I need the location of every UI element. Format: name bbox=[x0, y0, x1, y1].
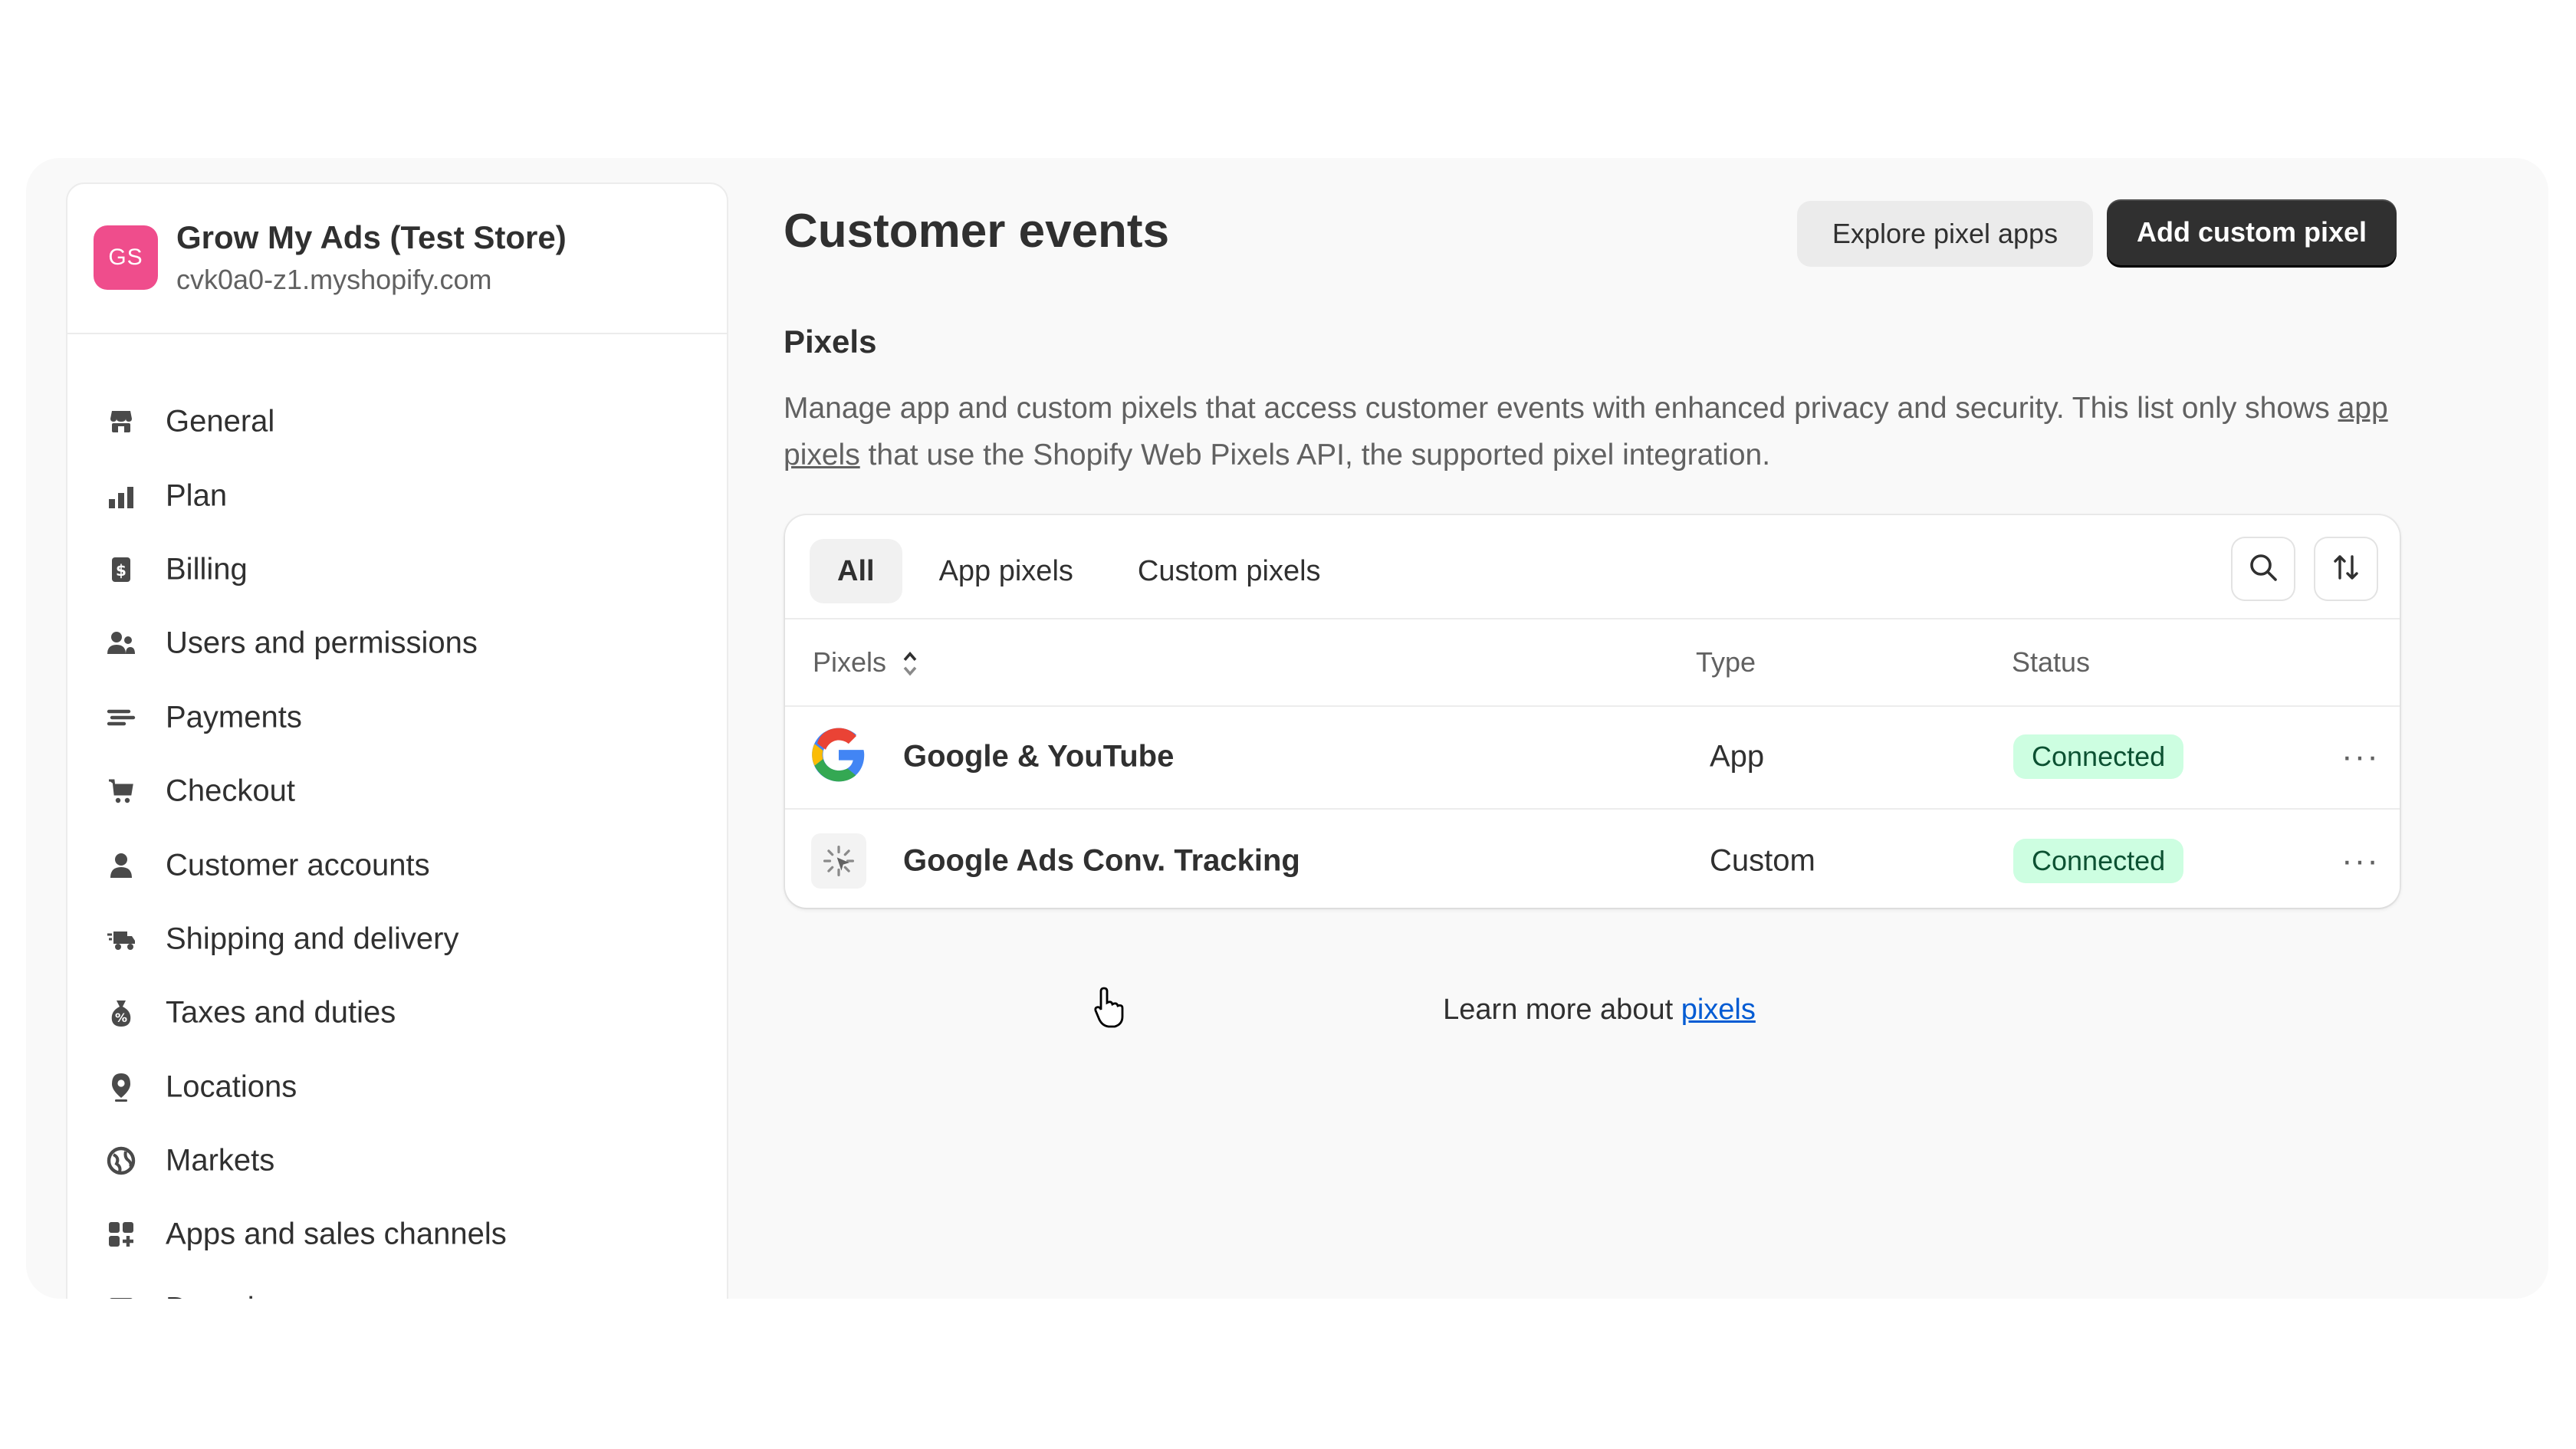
nav-label: Apps and sales channels bbox=[166, 1217, 507, 1251]
pixels-description: Manage app and custom pixels that access… bbox=[784, 385, 2409, 478]
description-text: Manage app and custom pixels that access… bbox=[784, 392, 2338, 425]
column-header-type[interactable]: Type bbox=[1696, 646, 1756, 678]
table-row[interactable]: Google & YouTube App Connected ··· bbox=[785, 705, 2400, 810]
tax-icon: % bbox=[104, 996, 138, 1030]
settings-nav: General Plan $ Billing Users and permiss… bbox=[67, 385, 727, 1299]
nav-item-payments[interactable]: Payments bbox=[67, 681, 727, 754]
sort-toggle-icon bbox=[903, 652, 917, 676]
tab-custom-pixels[interactable]: Custom pixels bbox=[1110, 539, 1349, 603]
table-row[interactable]: Google Ads Conv. Tracking Custom Connect… bbox=[785, 810, 2400, 908]
status-badge: Connected bbox=[2013, 839, 2184, 883]
filter-tabs: All App pixels Custom pixels bbox=[810, 537, 1358, 606]
billing-icon: $ bbox=[104, 553, 138, 586]
description-text: that use the Shopify Web Pixels API, the… bbox=[859, 439, 1771, 472]
nav-item-taxes[interactable]: % Taxes and duties bbox=[67, 976, 727, 1050]
apps-icon bbox=[104, 1217, 138, 1251]
users-icon bbox=[104, 626, 138, 660]
more-actions-icon[interactable]: ··· bbox=[2341, 738, 2380, 776]
domains-icon bbox=[104, 1292, 138, 1299]
hand-cursor-icon bbox=[1094, 987, 1124, 1028]
nav-label: Payments bbox=[166, 700, 302, 734]
plan-icon bbox=[104, 479, 138, 513]
custom-pixel-icon bbox=[811, 833, 866, 889]
person-icon bbox=[104, 849, 138, 882]
learn-more: Learn more about pixels bbox=[793, 994, 2406, 1027]
cart-icon bbox=[104, 774, 138, 808]
nav-item-locations[interactable]: Locations bbox=[67, 1050, 727, 1124]
more-actions-icon[interactable]: ··· bbox=[2341, 842, 2380, 880]
google-logo-icon bbox=[810, 726, 868, 788]
nav-label: Domains bbox=[166, 1291, 287, 1299]
store-header[interactable]: GS Grow My Ads (Test Store) cvk0a0-z1.my… bbox=[67, 184, 727, 334]
column-header-label: Pixels bbox=[813, 646, 887, 678]
pixels-section-title: Pixels bbox=[784, 324, 877, 360]
nav-item-users[interactable]: Users and permissions bbox=[67, 606, 727, 680]
nav-item-general[interactable]: General bbox=[67, 385, 727, 458]
column-header-pixels[interactable]: Pixels bbox=[813, 646, 920, 678]
location-icon bbox=[104, 1070, 138, 1104]
explore-pixel-apps-button[interactable]: Explore pixel apps bbox=[1797, 201, 2093, 267]
nav-item-customer-accounts[interactable]: Customer accounts bbox=[67, 828, 727, 902]
nav-label: Checkout bbox=[166, 774, 295, 808]
truck-icon bbox=[104, 922, 138, 956]
pixel-type: App bbox=[1710, 739, 1765, 774]
admin-frame: GS Grow My Ads (Test Store) cvk0a0-z1.my… bbox=[26, 158, 2548, 1299]
svg-text:$: $ bbox=[116, 561, 127, 580]
store-icon bbox=[104, 405, 138, 439]
status-badge: Connected bbox=[2013, 734, 2184, 779]
sort-icon bbox=[2331, 552, 2361, 586]
svg-text:%: % bbox=[115, 1010, 127, 1025]
nav-item-shipping[interactable]: Shipping and delivery bbox=[67, 902, 727, 976]
nav-item-domains[interactable]: Domains bbox=[67, 1272, 727, 1299]
store-domain: cvk0a0-z1.myshopify.com bbox=[176, 264, 492, 295]
nav-label: Billing bbox=[166, 552, 248, 586]
add-custom-pixel-button[interactable]: Add custom pixel bbox=[2107, 199, 2397, 265]
nav-label: General bbox=[166, 404, 275, 439]
nav-item-markets[interactable]: Markets bbox=[67, 1124, 727, 1198]
pixels-card: All App pixels Custom pixels Pixels Type… bbox=[785, 515, 2400, 908]
nav-item-apps[interactable]: Apps and sales channels bbox=[67, 1198, 727, 1271]
nav-item-checkout[interactable]: Checkout bbox=[67, 754, 727, 828]
store-avatar: GS bbox=[94, 225, 158, 290]
pixel-type: Custom bbox=[1710, 843, 1815, 878]
nav-label: Users and permissions bbox=[166, 626, 478, 660]
settings-sidebar: GS Grow My Ads (Test Store) cvk0a0-z1.my… bbox=[66, 182, 728, 1299]
pixel-name[interactable]: Google Ads Conv. Tracking bbox=[903, 844, 1300, 879]
nav-item-plan[interactable]: Plan bbox=[67, 458, 727, 532]
tab-app-pixels[interactable]: App pixels bbox=[912, 539, 1101, 603]
page-title: Customer events bbox=[784, 205, 1170, 258]
globe-icon bbox=[104, 1144, 138, 1178]
search-button[interactable] bbox=[2233, 538, 2294, 600]
learn-more-text: Learn more about bbox=[1443, 994, 1681, 1026]
nav-label: Locations bbox=[166, 1070, 297, 1104]
sort-button[interactable] bbox=[2315, 538, 2377, 600]
nav-label: Plan bbox=[166, 478, 228, 513]
nav-label: Taxes and duties bbox=[166, 995, 396, 1030]
nav-label: Customer accounts bbox=[166, 848, 430, 882]
nav-item-billing[interactable]: $ Billing bbox=[67, 533, 727, 606]
store-name: Grow My Ads (Test Store) bbox=[176, 219, 567, 255]
nav-label: Markets bbox=[166, 1143, 275, 1178]
pixel-name[interactable]: Google & YouTube bbox=[903, 740, 1174, 774]
pixels-link[interactable]: pixels bbox=[1681, 994, 1756, 1026]
search-icon bbox=[2248, 552, 2279, 586]
nav-label: Shipping and delivery bbox=[166, 922, 459, 956]
payments-icon bbox=[104, 701, 138, 734]
column-header-status[interactable]: Status bbox=[2012, 646, 2090, 678]
tab-all[interactable]: All bbox=[810, 539, 902, 603]
table-header: Pixels Type Status bbox=[785, 618, 2400, 707]
